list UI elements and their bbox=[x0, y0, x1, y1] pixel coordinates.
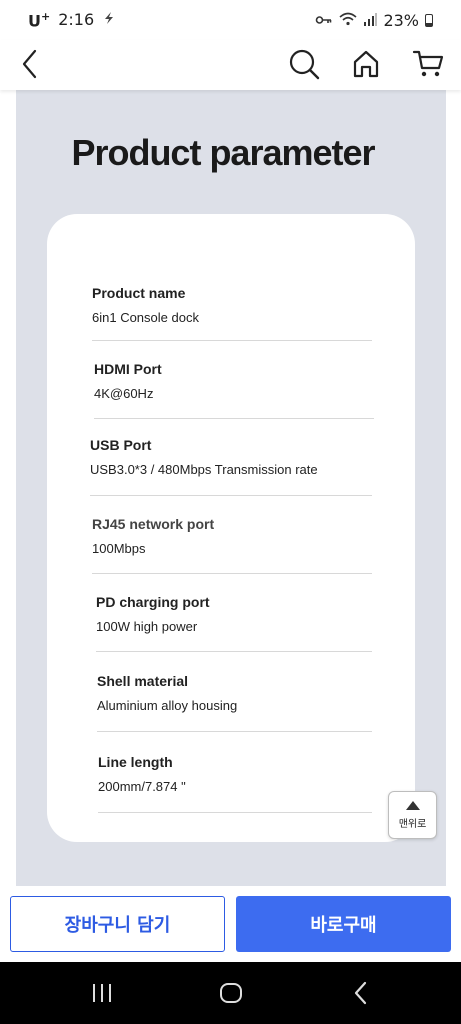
signal-icon bbox=[363, 11, 378, 30]
spec-row-usb-port: USB Port USB3.0*3 / 480Mbps Transmission… bbox=[90, 437, 372, 496]
top-nav-bar bbox=[0, 40, 461, 90]
spec-value: 100W high power bbox=[96, 619, 198, 634]
spec-row-rj45-port: RJ45 network port 100Mbps bbox=[92, 516, 372, 574]
spec-row-shell-material: Shell material Aluminium alloy housing bbox=[97, 673, 372, 732]
spec-row-hdmi-port: HDMI Port 4K@60Hz bbox=[94, 361, 374, 419]
scroll-to-top-label: 맨위로 bbox=[398, 818, 427, 830]
carrier-label: U+ bbox=[28, 9, 51, 31]
arrow-up-icon bbox=[405, 800, 420, 810]
battery-percent: 23% bbox=[383, 10, 419, 30]
status-left: U+ 2:16 bbox=[28, 10, 116, 30]
home-button-icon[interactable] bbox=[216, 978, 246, 1008]
spec-name: Product name bbox=[92, 285, 186, 301]
spec-value: 6in1 Console dock bbox=[92, 310, 199, 325]
page-title: Product parameter bbox=[71, 132, 375, 173]
spec-value: USB3.0*3 / 480Mbps Transmission rate bbox=[90, 462, 318, 477]
status-right: 23% bbox=[315, 11, 433, 30]
buy-now-button[interactable]: 바로구매 bbox=[236, 896, 451, 952]
spec-row-line-length: Line length 200mm/7.874 " bbox=[98, 754, 372, 813]
spec-value: Aluminium alloy housing bbox=[97, 698, 238, 713]
home-icon[interactable] bbox=[348, 46, 384, 82]
spec-name: HDMI Port bbox=[94, 361, 162, 377]
purchase-action-bar: 장바구니 담기 바로구매 bbox=[0, 886, 461, 962]
spec-name: PD charging port bbox=[96, 594, 210, 610]
back-icon[interactable] bbox=[12, 46, 48, 82]
spec-value: 4K@60Hz bbox=[94, 386, 154, 401]
cart-icon[interactable] bbox=[410, 46, 446, 82]
spec-name: Shell material bbox=[97, 673, 189, 689]
spec-value: 200mm/7.874 " bbox=[98, 779, 186, 794]
spec-value: 100Mbps bbox=[92, 541, 146, 556]
spec-row-product-name: Product name 6in1 Console dock bbox=[92, 285, 372, 341]
battery-icon bbox=[425, 13, 433, 27]
wifi-icon bbox=[339, 11, 357, 30]
recent-apps-icon[interactable] bbox=[87, 978, 117, 1008]
bolt-icon bbox=[102, 10, 116, 29]
clock: 2:16 bbox=[58, 10, 95, 30]
add-to-cart-button[interactable]: 장바구니 담기 bbox=[10, 896, 225, 952]
spec-name: Line length bbox=[98, 754, 173, 770]
system-navigation-bar bbox=[0, 962, 461, 1024]
status-bar: U+ 2:16 23% bbox=[0, 0, 461, 40]
search-icon[interactable] bbox=[286, 46, 322, 82]
system-back-icon[interactable] bbox=[346, 978, 376, 1008]
scroll-to-top-button[interactable]: 맨위로 bbox=[388, 791, 437, 839]
spec-name: USB Port bbox=[90, 437, 152, 453]
spec-row-pd-charging-port: PD charging port 100W high power bbox=[96, 594, 372, 652]
spec-name: RJ45 network port bbox=[92, 516, 215, 532]
key-icon bbox=[315, 11, 333, 30]
